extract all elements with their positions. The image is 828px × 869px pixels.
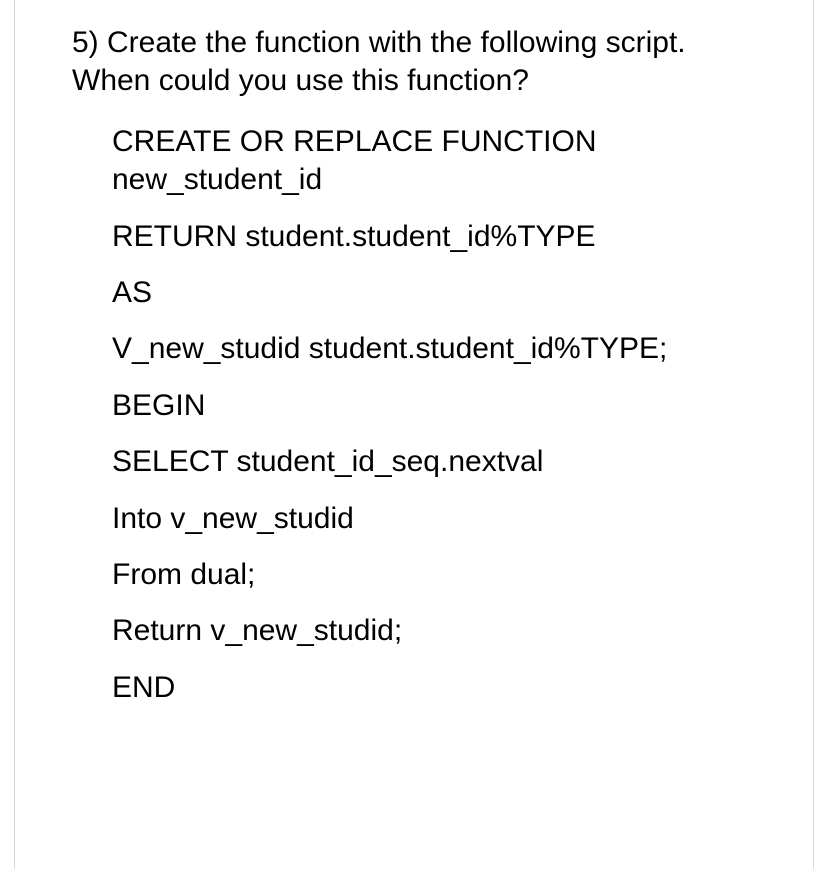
question-text: 5) Create the function with the followin… (72, 24, 768, 101)
code-line: END (112, 669, 768, 707)
code-line: From dual; (112, 556, 768, 594)
code-line: SELECT student_id_seq.nextval (112, 443, 768, 481)
code-line: AS (112, 274, 768, 312)
code-line: V_new_studid student.student_id%TYPE; (112, 330, 768, 368)
code-line: RETURN student.student_id%TYPE (112, 218, 768, 256)
code-line: Return v_new_studid; (112, 612, 768, 650)
code-line: BEGIN (112, 387, 768, 425)
code-line: Into v_new_studid (112, 500, 768, 538)
code-line: CREATE OR REPLACE FUNCTION new_student_i… (112, 123, 768, 200)
code-block: CREATE OR REPLACE FUNCTION new_student_i… (72, 123, 768, 707)
